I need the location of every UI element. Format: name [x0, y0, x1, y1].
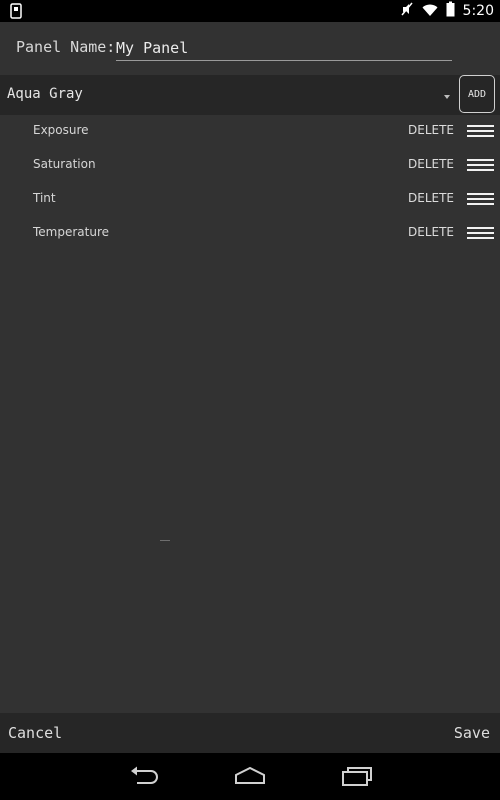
panel-name-row: Panel Name: [0, 22, 500, 74]
drag-handle-icon[interactable] [467, 227, 494, 239]
panel-name-label: Panel Name: [16, 38, 116, 56]
adjustment-label-saturation: Saturation [33, 157, 96, 171]
list-item: Temperature DELETE [0, 216, 500, 250]
cancel-button[interactable]: Cancel [8, 724, 62, 742]
drag-handle-icon[interactable] [467, 193, 494, 205]
delete-button-saturation[interactable]: DELETE [408, 157, 454, 171]
add-button[interactable]: ADD [459, 75, 495, 113]
battery-icon [446, 1, 455, 21]
mute-icon [400, 1, 414, 21]
list-item: Saturation DELETE [0, 148, 500, 182]
delete-button-tint[interactable]: DELETE [408, 191, 454, 205]
back-icon[interactable] [127, 765, 161, 787]
panel-name-input[interactable] [116, 36, 452, 61]
clock: 5:20 [462, 3, 494, 19]
preset-row: Aqua Gray ADD [0, 75, 500, 115]
adjustment-label-temperature: Temperature [33, 225, 110, 239]
divider-mark [160, 540, 170, 541]
adjustment-list: Exposure DELETE Saturation DELETE Tint D… [0, 114, 500, 250]
dropdown-caret-icon [444, 95, 450, 99]
drag-handle-icon[interactable] [467, 159, 494, 171]
wifi-icon [422, 2, 438, 21]
adjustment-label-tint: Tint [33, 191, 56, 205]
screenshot-icon [8, 3, 24, 19]
delete-button-exposure[interactable]: DELETE [408, 123, 454, 137]
delete-button-temperature[interactable]: DELETE [408, 225, 454, 239]
adjustment-label-exposure: Exposure [33, 123, 89, 137]
drag-handle-icon[interactable] [467, 125, 494, 137]
list-item: Exposure DELETE [0, 114, 500, 148]
recents-icon[interactable] [340, 765, 374, 787]
action-bar: Cancel Save [0, 713, 500, 753]
preset-dropdown[interactable]: Aqua Gray [0, 75, 458, 115]
home-icon[interactable] [233, 765, 267, 787]
navigation-bar [0, 753, 500, 800]
status-bar: 5:20 [0, 0, 500, 22]
save-button[interactable]: Save [454, 724, 490, 742]
list-item: Tint DELETE [0, 182, 500, 216]
preset-selected-value: Aqua Gray [7, 86, 83, 102]
